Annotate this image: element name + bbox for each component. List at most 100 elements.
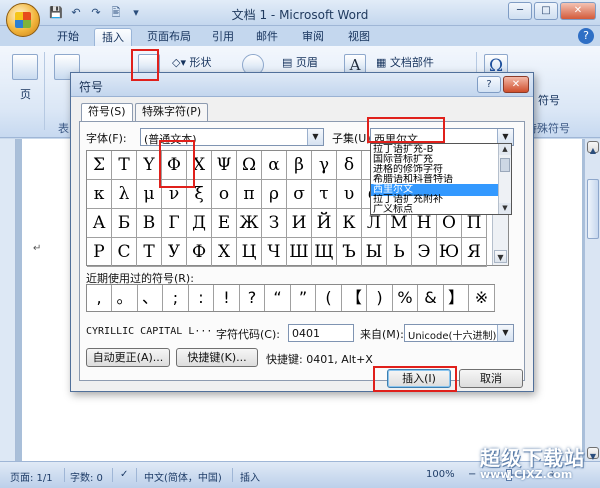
symbol-cell[interactable]: Ω	[237, 151, 262, 180]
symbol-cell[interactable]: Ч	[262, 238, 287, 267]
tab-home[interactable]: 开始	[50, 28, 86, 46]
symbol-cell[interactable]: Ь	[387, 238, 412, 267]
recent-symbol-cell[interactable]: ,	[87, 285, 112, 311]
symbol-cell[interactable]: Б	[112, 209, 137, 238]
shapes-button[interactable]: ◇▾ 形状	[172, 54, 211, 70]
symbol-cell[interactable]: С	[112, 238, 137, 267]
header-button[interactable]: ▤ 页眉	[282, 54, 318, 70]
tab-references[interactable]: 引用	[206, 28, 240, 46]
recent-symbol-cell[interactable]: &	[419, 285, 444, 311]
tab-page-layout[interactable]: 页面布局	[140, 28, 198, 46]
minimize-button[interactable]: ─	[508, 2, 532, 20]
symbol-cell[interactable]: К	[337, 209, 362, 238]
symbol-cell[interactable]: Ш	[287, 238, 312, 267]
symbol-cell[interactable]: σ	[287, 180, 312, 209]
symbol-cell[interactable]: π	[237, 180, 262, 209]
scroll-thumb[interactable]	[587, 179, 599, 239]
symbol-cell[interactable]: Щ	[312, 238, 337, 267]
recent-symbol-cell[interactable]: 、	[138, 285, 163, 311]
char-code-input[interactable]: 0401	[288, 324, 354, 342]
insert-mode-status[interactable]: 插入	[240, 469, 260, 484]
help-icon[interactable]: ?	[578, 28, 594, 44]
office-button[interactable]	[6, 3, 40, 37]
recent-symbol-cell[interactable]: (	[317, 285, 342, 311]
maximize-button[interactable]: □	[534, 2, 558, 20]
symbol-cell[interactable]: Й	[312, 209, 337, 238]
symbol-cell[interactable]: Ю	[437, 238, 462, 267]
docparts-button[interactable]: ▦ 文档部件	[376, 54, 434, 70]
recent-symbol-cell[interactable]: %	[393, 285, 418, 311]
symbol-cell[interactable]: Р	[87, 238, 112, 267]
chevron-down-icon[interactable]: ▼	[307, 129, 323, 145]
recent-symbol-cell[interactable]: ※	[470, 285, 495, 311]
symbol-cell[interactable]: ο	[212, 180, 237, 209]
tab-special-characters[interactable]: 特殊字符(P)	[135, 103, 209, 121]
close-window-button[interactable]: ✕	[560, 2, 596, 20]
pages-button-label[interactable]: 页	[20, 86, 31, 102]
symbol-cell[interactable]: Э	[412, 238, 437, 267]
symbol-cell[interactable]: Г	[162, 209, 187, 238]
language-status[interactable]: 中文(简体，中国)	[144, 469, 222, 484]
chevron-down-icon[interactable]: ▼	[497, 325, 513, 341]
zoom-level[interactable]: 100%	[426, 469, 455, 480]
page-icon[interactable]	[12, 54, 38, 80]
vertical-scrollbar[interactable]: ▲ ▼	[584, 139, 600, 461]
symbol-cell[interactable]: τ	[312, 180, 337, 209]
recent-symbol-cell[interactable]: ”	[291, 285, 316, 311]
symbol-button[interactable]: 符号	[538, 92, 560, 108]
symbol-cell[interactable]: Σ	[87, 151, 112, 180]
shortcut-key-button[interactable]: 快捷键(K)...	[176, 348, 258, 367]
recent-symbol-cell[interactable]: :	[189, 285, 214, 311]
from-combo[interactable]: Unicode(十六进制) ▼	[404, 324, 514, 342]
autocorrect-button[interactable]: 自动更正(A)...	[86, 348, 170, 367]
tab-view[interactable]: 视图	[342, 28, 376, 46]
subset-list-scrollbar[interactable]: ▲ ▼	[498, 144, 511, 214]
symbol-cell[interactable]: Ф	[187, 238, 212, 267]
recent-symbol-cell[interactable]: 【	[342, 285, 367, 311]
symbol-cell[interactable]: γ	[312, 151, 337, 180]
scroll-down-icon[interactable]: ▼	[494, 250, 507, 263]
symbol-cell[interactable]: δ	[337, 151, 362, 180]
symbol-cell[interactable]: Е	[212, 209, 237, 238]
symbol-cell[interactable]: Я	[462, 238, 487, 267]
symbol-cell[interactable]: Х	[212, 238, 237, 267]
symbol-cell[interactable]: λ	[112, 180, 137, 209]
symbol-cell[interactable]: В	[137, 209, 162, 238]
subset-option[interactable]: 广义标点	[371, 204, 499, 214]
symbol-cell[interactable]: З	[262, 209, 287, 238]
recent-symbol-cell[interactable]: ?	[240, 285, 265, 311]
cancel-button[interactable]: 取消	[459, 369, 523, 388]
symbol-cell[interactable]: ρ	[262, 180, 287, 209]
scroll-thumb[interactable]	[500, 158, 510, 172]
page-count[interactable]: 页面: 1/1	[10, 469, 53, 484]
recent-symbol-cell[interactable]: ;	[164, 285, 189, 311]
dialog-close-button[interactable]: ✕	[503, 76, 529, 93]
dialog-help-button[interactable]: ?	[477, 76, 501, 93]
symbol-cell[interactable]: Ц	[237, 238, 262, 267]
symbol-cell[interactable]: Τ	[112, 151, 137, 180]
subset-dropdown-list[interactable]: 拉丁语扩充-B 国际音标扩充 进格的修饰字符 希腊语和科普特语 西里尔文 拉丁语扩充附补广…	[370, 143, 512, 215]
tab-review[interactable]: 审阅	[296, 28, 330, 46]
symbol-cell[interactable]: У	[162, 238, 187, 267]
scroll-up-icon[interactable]: ▲	[587, 141, 599, 155]
symbol-cell[interactable]: κ	[87, 180, 112, 209]
recent-symbol-cell[interactable]: “	[266, 285, 291, 311]
word-count[interactable]: 字数: 0	[70, 469, 103, 484]
recent-symbol-cell[interactable]: )	[368, 285, 393, 311]
tab-mailings[interactable]: 邮件	[250, 28, 284, 46]
symbol-cell[interactable]: Ψ	[212, 151, 237, 180]
symbol-cell[interactable]: β	[287, 151, 312, 180]
scroll-up-icon[interactable]: ▲	[499, 144, 511, 155]
symbol-cell[interactable]: υ	[337, 180, 362, 209]
symbol-cell[interactable]: И	[287, 209, 312, 238]
proofing-icon[interactable]: ✓	[120, 469, 128, 480]
recent-symbol-cell[interactable]: 。	[113, 285, 138, 311]
symbol-cell[interactable]: Т	[137, 238, 162, 267]
scroll-down-icon[interactable]: ▼	[499, 203, 511, 214]
tab-symbols[interactable]: 符号(S)	[81, 103, 133, 122]
symbol-cell[interactable]: α	[262, 151, 287, 180]
symbol-cell[interactable]: Д	[187, 209, 212, 238]
symbol-cell[interactable]: А	[87, 209, 112, 238]
recent-symbol-cell[interactable]: !	[215, 285, 240, 311]
symbol-cell[interactable]: Ы	[362, 238, 387, 267]
